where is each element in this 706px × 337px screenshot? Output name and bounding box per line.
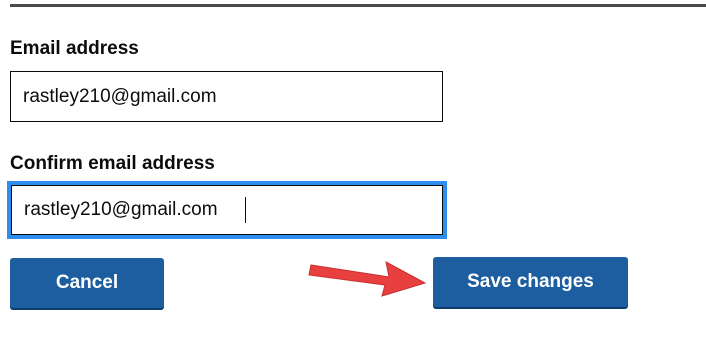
confirm-email-label: Confirm email address <box>10 153 215 174</box>
email-label: Email address <box>10 38 139 59</box>
section-divider <box>10 4 706 7</box>
red-arrow-icon <box>308 261 427 297</box>
save-changes-button[interactable]: Save changes <box>433 257 628 307</box>
text-cursor <box>245 197 246 223</box>
page: Email address Confirm email address Canc… <box>0 0 706 337</box>
cancel-button[interactable]: Cancel <box>10 258 164 308</box>
confirm-email-field[interactable] <box>11 185 443 235</box>
email-field[interactable] <box>10 71 443 122</box>
